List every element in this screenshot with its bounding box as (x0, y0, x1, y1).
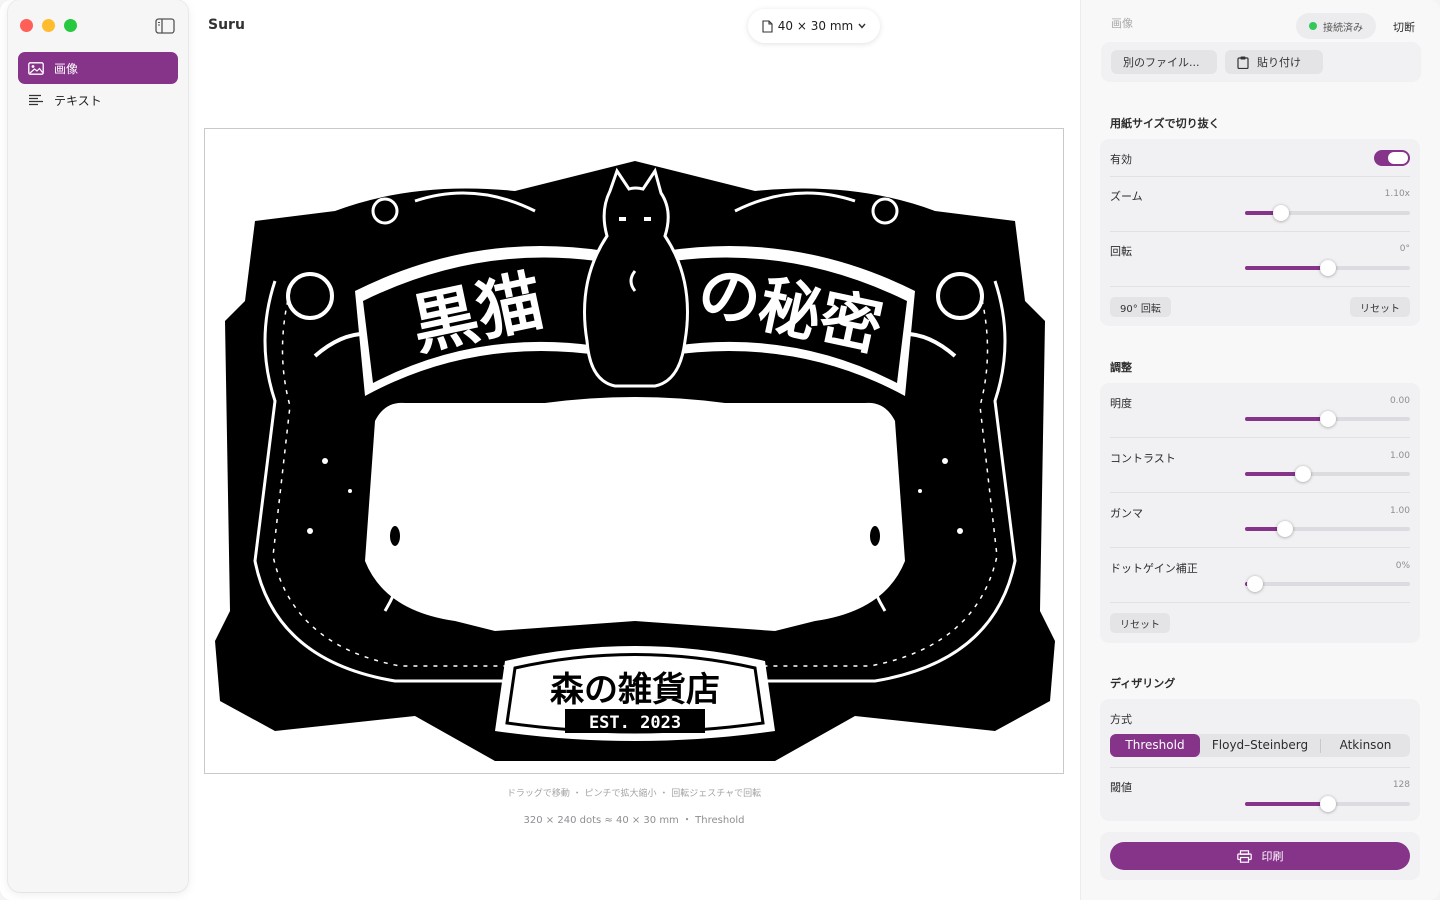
crop-enabled-toggle[interactable] (1374, 150, 1410, 166)
print-card: 印刷 (1100, 832, 1420, 880)
connected-dot-icon (1309, 22, 1317, 30)
rotate-90-button[interactable]: 90° 回転 (1110, 297, 1171, 317)
adjust-reset-button[interactable]: リセット (1110, 613, 1170, 633)
sidebar-item-text[interactable]: テキスト (18, 84, 178, 116)
zoom-label: ズーム (1110, 190, 1143, 203)
gamma-value: 1.00 (1389, 506, 1410, 516)
sidebar-item-label: テキスト (54, 93, 102, 108)
dither-option-threshold[interactable]: Threshold (1110, 734, 1200, 757)
print-preview-canvas[interactable]: 黒猫 の秘密 森の雑貨店 EST. 2023 (204, 128, 1064, 774)
text-lines-icon (28, 93, 46, 107)
art-est: EST. 2023 (589, 713, 681, 733)
dither-section-title: ディザリング (1110, 677, 1176, 690)
crop-enabled-label: 有効 (1110, 153, 1132, 166)
sidebar-nav: 画像 テキスト (18, 52, 178, 116)
dither-card: 方式 Threshold Floyd–Steinberg Atkinson 閾値… (1100, 699, 1420, 821)
paste-button[interactable]: 貼り付け (1225, 50, 1323, 74)
adjust-section-title: 調整 (1110, 361, 1132, 374)
paper-size-label: 40 × 30 mm (777, 19, 854, 33)
crop-reset-button[interactable]: リセット (1350, 297, 1410, 317)
adjust-card: 明度 0.00 コントラスト 1.00 ガンマ 1.00 ドットゲイン補正 0%… (1100, 383, 1420, 643)
brightness-label: 明度 (1110, 397, 1132, 410)
image-source-card: 別のファイル... 貼り付け (1101, 42, 1421, 82)
dither-method-segmented: Threshold Floyd–Steinberg Atkinson (1110, 734, 1410, 757)
zoom-slider[interactable] (1245, 205, 1410, 221)
connection-status-label: 接続済み (1323, 22, 1363, 34)
gamma-label: ガンマ (1110, 507, 1143, 520)
minimize-window-button[interactable] (42, 19, 55, 32)
dither-method-label: 方式 (1110, 713, 1132, 726)
crop-card: 有効 ズーム 1.10x 回転 0° 90° 回転 リセット (1100, 139, 1420, 326)
zoom-value: 1.10x (1384, 189, 1410, 199)
dotgain-value: 0% (1395, 561, 1410, 571)
rotate-slider[interactable] (1245, 260, 1410, 276)
printer-icon (1236, 849, 1252, 863)
threshold-value: 128 (1392, 780, 1410, 790)
brightness-value: 0.00 (1389, 396, 1410, 406)
image-icon (28, 61, 46, 75)
rotate-value: 0° (1399, 244, 1410, 254)
art-shop-name: 森の雑貨店 (550, 670, 720, 710)
dotgain-label: ドットゲイン補正 (1110, 562, 1198, 575)
sidebar-toggle-icon[interactable] (155, 18, 175, 34)
connection-status: 接続済み (1296, 13, 1376, 39)
document-icon (762, 19, 773, 33)
label-artwork[interactable]: 黒猫 の秘密 森の雑貨店 EST. 2023 (215, 141, 1055, 761)
dotgain-slider[interactable] (1245, 576, 1410, 592)
dither-option-atkinson[interactable]: Atkinson (1321, 734, 1410, 757)
other-file-label: 別のファイル... (1123, 56, 1200, 69)
sidebar: 画像 テキスト (8, 0, 188, 892)
chevron-down-icon (858, 23, 866, 29)
clipboard-icon (1237, 56, 1249, 69)
disconnect-button[interactable]: 切断 (1393, 19, 1415, 35)
close-window-button[interactable] (20, 19, 33, 32)
app-title: Suru (208, 17, 245, 33)
paste-label: 貼り付け (1257, 56, 1301, 69)
canvas-info: 320 × 240 dots ≈ 40 × 30 mm ・ Threshold (523, 815, 745, 826)
print-button[interactable]: 印刷 (1110, 842, 1410, 870)
zoom-window-button[interactable] (64, 19, 77, 32)
print-label: 印刷 (1261, 850, 1284, 863)
window-controls (20, 19, 77, 32)
rotate-label: 回転 (1110, 245, 1132, 258)
sidebar-item-label: 画像 (54, 61, 79, 76)
paper-size-menu[interactable]: 40 × 30 mm (748, 9, 880, 43)
threshold-label: 閾値 (1110, 781, 1132, 794)
contrast-label: コントラスト (1110, 452, 1176, 465)
brightness-slider[interactable] (1245, 411, 1410, 427)
app-window: 画像 テキスト Suru 40 × 30 mm 黒猫 の秘密 森の雑貨店 EST… (0, 0, 1440, 900)
threshold-slider[interactable] (1245, 796, 1410, 812)
contrast-slider[interactable] (1245, 466, 1410, 482)
other-file-button[interactable]: 別のファイル... (1111, 50, 1217, 74)
canvas-hint: ドラッグで移動 ・ ピンチで拡大縮小 ・ 回転ジェスチャで回転 (506, 789, 762, 799)
dither-option-floyd-steinberg[interactable]: Floyd–Steinberg (1200, 734, 1320, 757)
contrast-value: 1.00 (1389, 451, 1410, 461)
gamma-slider[interactable] (1245, 521, 1410, 537)
image-section-title: 画像 (1111, 17, 1133, 30)
crop-section-title: 用紙サイズで切り抜く (1110, 117, 1220, 130)
sidebar-item-image[interactable]: 画像 (18, 52, 178, 84)
